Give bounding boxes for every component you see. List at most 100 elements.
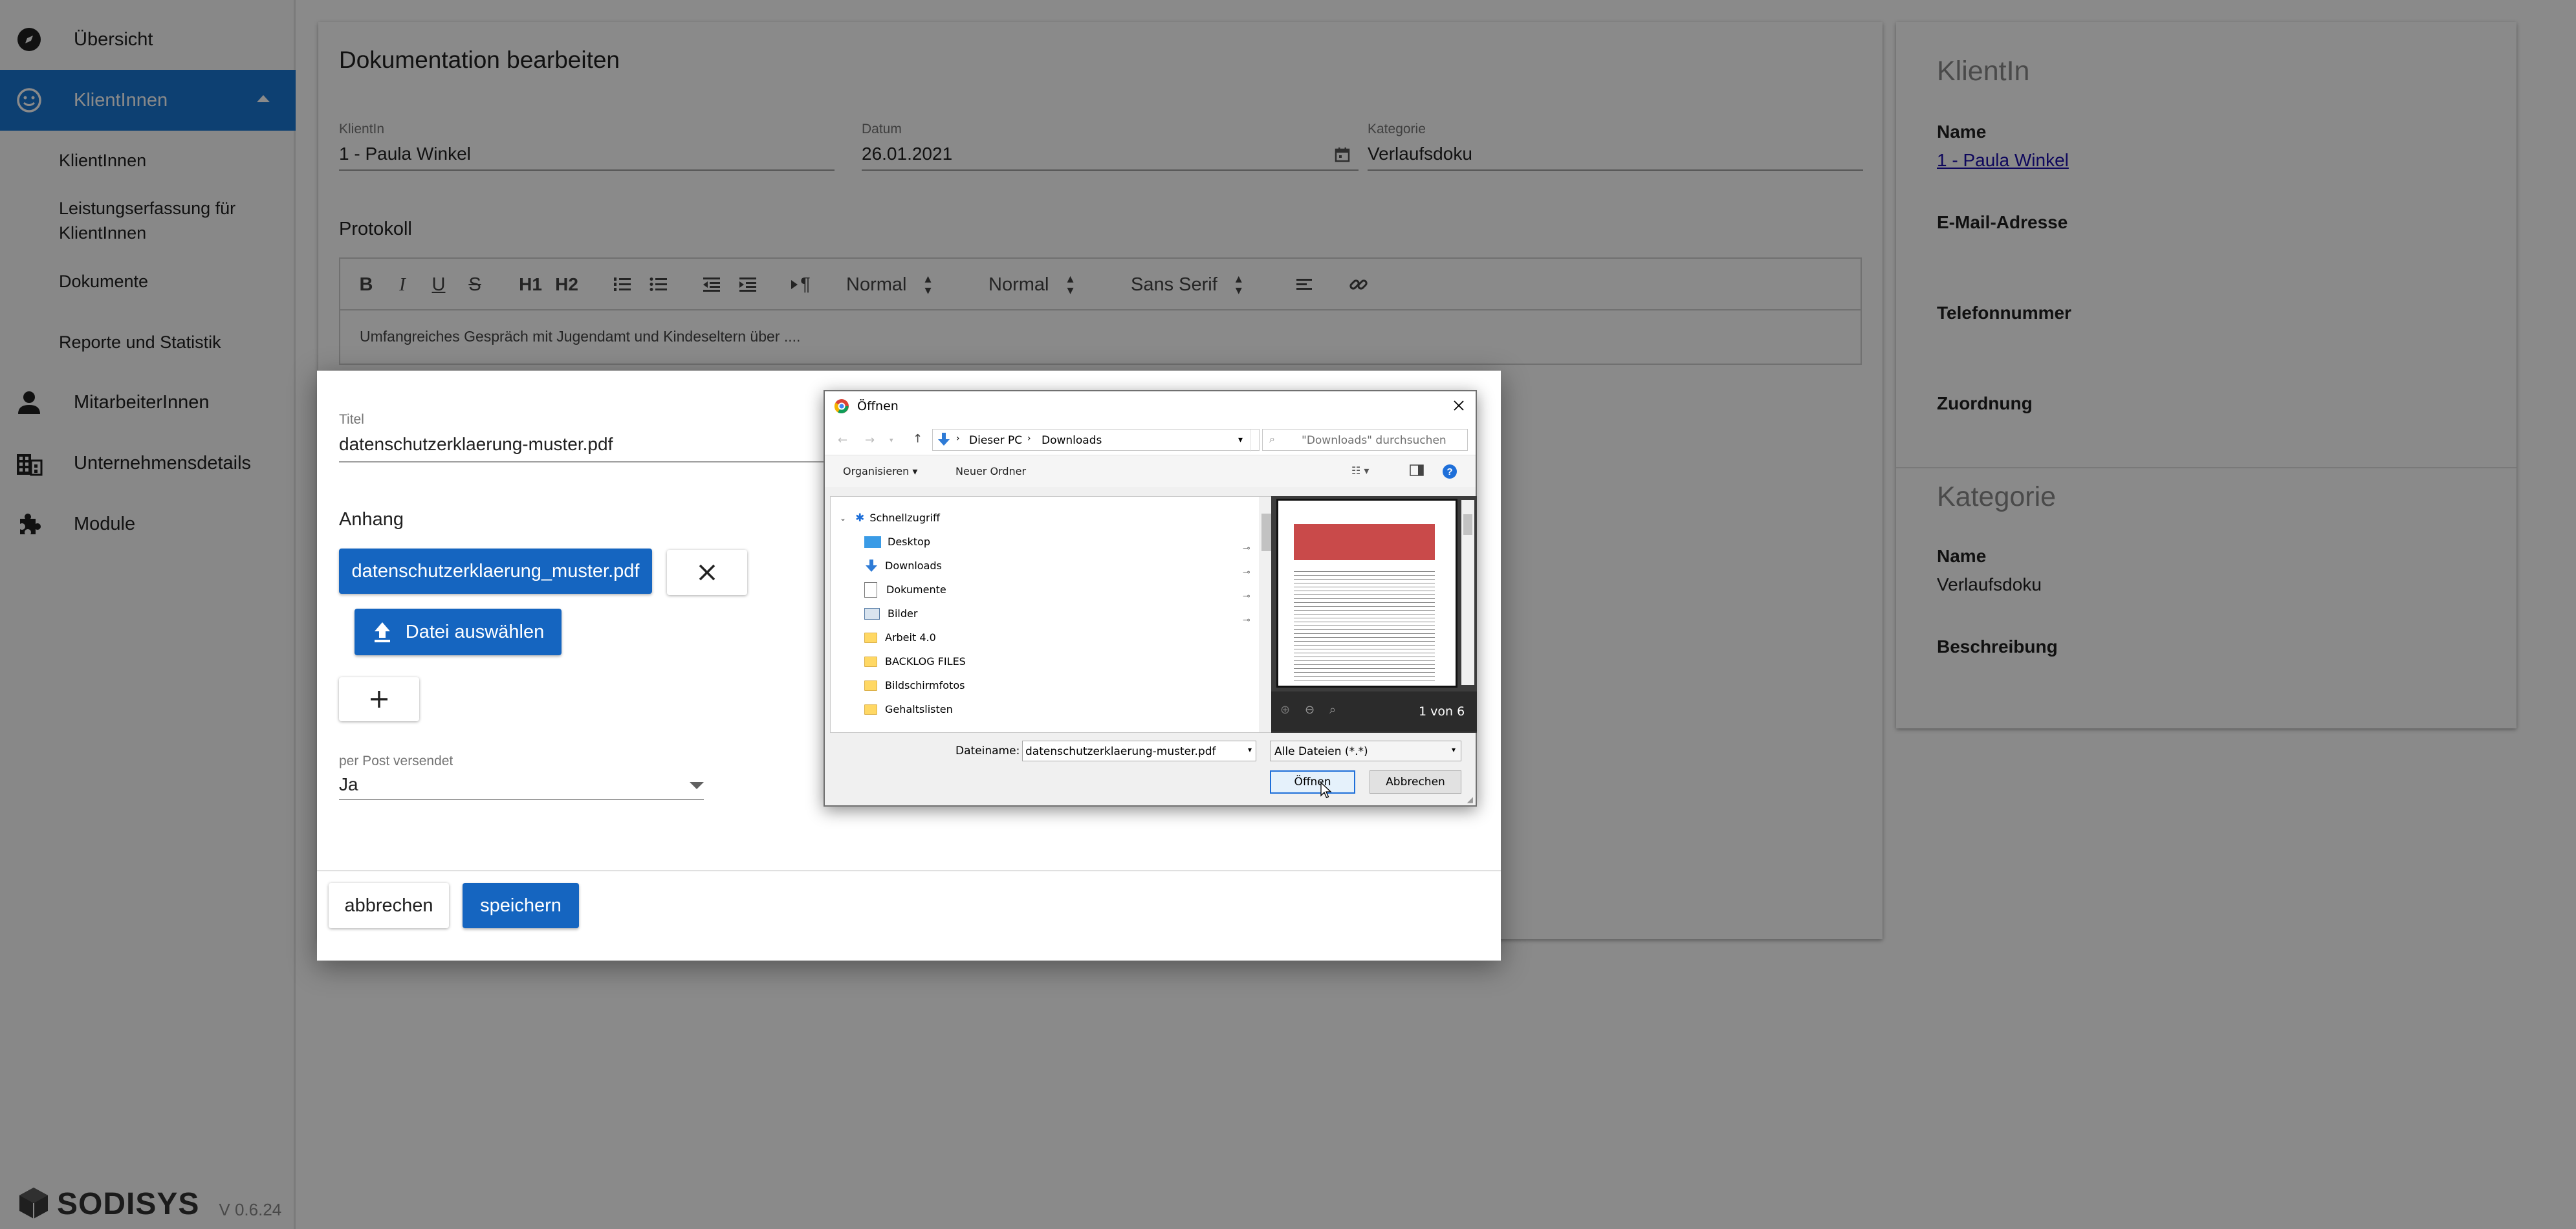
folder-icon [864, 704, 877, 715]
svg-text:?: ? [1446, 466, 1452, 477]
pdf-preview-page [1276, 499, 1457, 688]
organize-button[interactable]: Organisieren ▾ [843, 465, 917, 477]
tree-item[interactable]: Gehaltslisten [864, 697, 953, 721]
file-dialog-title: Öffnen [857, 399, 899, 413]
breadcrumb-this-pc[interactable]: Dieser PC [969, 434, 1022, 447]
post-select-underline [339, 799, 704, 800]
file-dialog-titlebar: Öffnen [825, 391, 1476, 422]
folder-icon [864, 632, 877, 643]
tree-item[interactable]: Bildschirmfotos [864, 673, 965, 697]
add-attachment-button[interactable] [339, 677, 419, 721]
tree-item[interactable]: Bilder [864, 602, 917, 625]
preview-text-lines [1294, 568, 1435, 682]
pin-icon[interactable]: ⊸ [1243, 543, 1250, 554]
chevron-down-icon[interactable]: ▾ [1238, 435, 1243, 445]
attachment-file-chip[interactable]: datenschutzerklaerung_muster.pdf [339, 549, 652, 594]
cancel-button[interactable]: abbrechen [329, 883, 449, 928]
close-icon [699, 564, 715, 581]
title-input-underline [339, 461, 844, 462]
chevron-down-icon[interactable]: ▾ [1452, 745, 1456, 754]
pin-icon[interactable]: ⊸ [1243, 567, 1250, 578]
modal-divider [317, 870, 1501, 871]
tree-item[interactable]: BACKLOG FILES [864, 649, 966, 673]
file-dialog-addressbar: ← → ▾ ↑ › Dieser PC › Downloads ▾ ↻ ⌕ "D… [825, 422, 1476, 455]
tree-item[interactable]: Downloads [864, 554, 942, 578]
new-folder-button[interactable]: Neuer Ordner [955, 465, 1026, 477]
pin-icon[interactable]: ⊸ [1243, 615, 1250, 625]
file-preview-pane: ⊕ ⊖ ⌕ 1 von 6 [1271, 496, 1477, 733]
next-page-icon[interactable]: ⊖ [1305, 703, 1315, 717]
tree-item-label: Bildschirmfotos [885, 679, 965, 691]
pin-star-icon: ✱ [855, 511, 865, 525]
filetype-value: Alle Dateien (*.*) [1274, 745, 1368, 758]
documents-folder-icon [864, 582, 877, 598]
zoom-icon[interactable]: ⌕ [1329, 703, 1336, 717]
address-box[interactable]: › Dieser PC › Downloads ▾ ↻ [932, 429, 1303, 451]
choose-file-button[interactable]: Datei auswählen [355, 609, 562, 655]
tree-item-label: Dokumente [886, 583, 946, 596]
tree-item-label: Arbeit 4.0 [885, 631, 936, 644]
tree-quick-access-label: Schnellzugriff [869, 512, 941, 524]
filename-label: Dateiname: [955, 745, 1020, 757]
plus-icon [371, 691, 387, 708]
mouse-cursor-icon [1320, 782, 1332, 799]
tree-item[interactable]: Desktop [864, 530, 930, 554]
dialog-cancel-button[interactable]: Abbrechen [1370, 770, 1461, 794]
preview-footer: ⊕ ⊖ ⌕ 1 von 6 [1271, 691, 1477, 732]
back-arrow-icon[interactable]: ← [838, 433, 847, 447]
folder-tree: ⌄ ✱ Schnellzugriff Desktop Downloads Dok… [830, 496, 1279, 733]
organize-label: Organisieren [843, 465, 910, 477]
tree-quick-access[interactable]: ⌄ ✱ Schnellzugriff [840, 506, 940, 530]
file-dialog-commandbar: Organisieren ▾ Neuer Ordner ☷ ▾ ? [825, 455, 1476, 487]
previous-page-icon[interactable]: ⊕ [1280, 703, 1290, 717]
upload-icon [374, 622, 390, 642]
post-select[interactable]: Ja [339, 774, 358, 795]
post-label: per Post versendet [339, 754, 453, 768]
view-icon[interactable]: ☷ ▾ [1351, 464, 1369, 477]
dropdown-arrow-icon[interactable] [690, 782, 704, 790]
preview-red-banner [1294, 524, 1435, 560]
folder-icon [864, 680, 877, 691]
open-button[interactable]: Öffnen [1270, 770, 1355, 794]
search-input[interactable]: ⌕ "Downloads" durchsuchen [1262, 429, 1468, 451]
tree-item-label: BACKLOG FILES [885, 655, 966, 668]
search-icon: ⌕ [1269, 433, 1275, 445]
file-open-dialog: Öffnen ← → ▾ ↑ › Dieser PC › Downloads ▾… [824, 390, 1477, 807]
expand-chevron-icon: ⌄ [840, 513, 847, 523]
title-input[interactable]: datenschutzerklaerung-muster.pdf [339, 434, 613, 455]
tree-item-label: Bilder [888, 607, 918, 620]
remove-attachment-button[interactable] [667, 550, 747, 595]
forward-arrow-icon[interactable]: → [865, 433, 875, 447]
choose-file-label: Datei auswählen [405, 621, 545, 642]
pin-icon[interactable]: ⊸ [1243, 591, 1250, 602]
tree-item-label: Gehaltslisten [885, 703, 953, 715]
chrome-icon [834, 398, 849, 414]
download-folder-icon [937, 432, 951, 448]
preview-scrollbar[interactable] [1461, 500, 1474, 685]
close-icon[interactable] [1451, 398, 1467, 413]
chevron-down-icon[interactable]: ▾ [1248, 745, 1252, 754]
help-icon[interactable]: ? [1442, 464, 1457, 479]
scrollbar-thumb[interactable] [1463, 514, 1472, 535]
scrollbar-thumb[interactable] [1261, 514, 1272, 551]
chevron-down-icon[interactable]: ▾ [890, 436, 893, 444]
preview-pane-icon[interactable] [1410, 464, 1424, 477]
title-label: Titel [339, 412, 364, 427]
filetype-select[interactable]: Alle Dateien (*.*) ▾ [1270, 741, 1461, 761]
tree-item-label: Downloads [885, 560, 942, 572]
downloads-folder-icon [864, 559, 879, 573]
search-placeholder: "Downloads" durchsuchen [1302, 434, 1446, 447]
resize-grip-icon[interactable]: ◢ [1467, 795, 1473, 804]
filename-input[interactable]: datenschutzerklaerung-muster.pdf ▾ [1022, 741, 1256, 761]
save-button[interactable]: speichern [463, 883, 579, 928]
desktop-folder-icon [864, 536, 881, 548]
tree-item[interactable]: Dokumente [864, 578, 946, 602]
folder-icon [864, 656, 877, 667]
tree-item[interactable]: Arbeit 4.0 [864, 625, 936, 649]
page-indicator: 1 von 6 [1419, 704, 1465, 719]
up-arrow-icon[interactable]: ↑ [913, 432, 922, 446]
breadcrumb-separator: › [1027, 433, 1031, 444]
breadcrumb-separator: › [956, 433, 960, 444]
breadcrumb-downloads[interactable]: Downloads [1042, 434, 1102, 447]
tree-item-label: Desktop [888, 536, 930, 548]
